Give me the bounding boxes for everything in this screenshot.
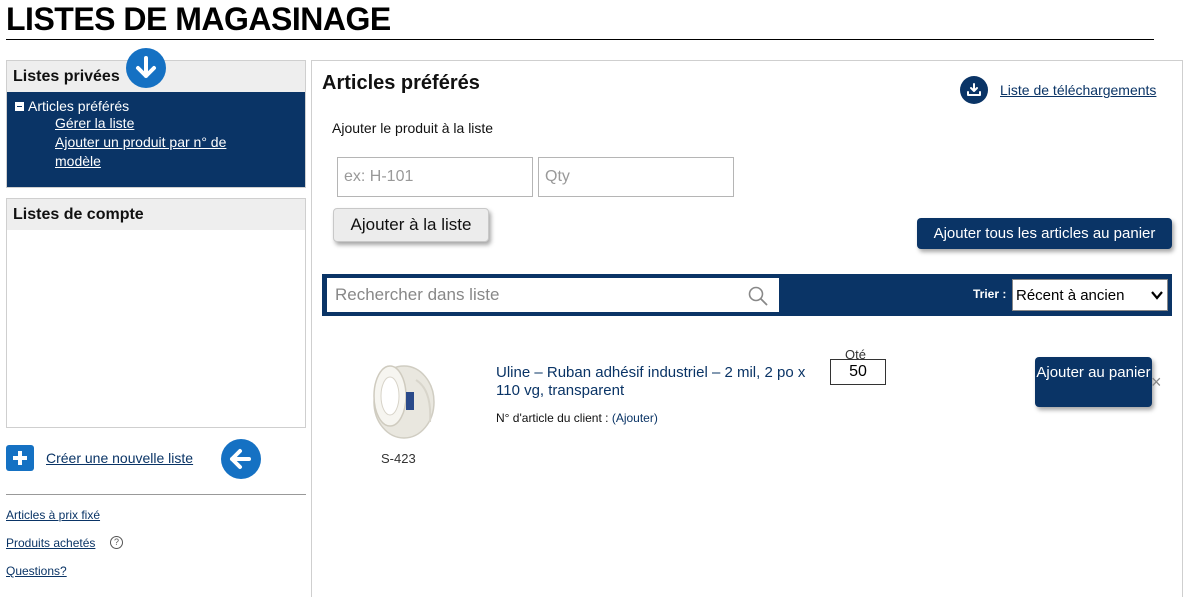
add-to-cart-button[interactable]: Ajouter au panier — [1035, 357, 1152, 407]
fixed-price-link[interactable]: Articles à prix fixé — [6, 508, 100, 522]
collapse-icon[interactable] — [15, 101, 24, 111]
private-lists-body: Articles préférés Gérer la liste Ajouter… — [7, 92, 305, 187]
quantity-input[interactable] — [538, 157, 734, 197]
sort-selected-value: Récent à ancien — [1016, 286, 1125, 304]
customer-number-row: N° d'article du client : (Ajouter) — [496, 411, 658, 425]
chevron-down-icon — [1151, 291, 1163, 300]
search-list-input[interactable] — [327, 278, 779, 312]
product-sku: S-423 — [381, 451, 416, 466]
add-all-to-cart-button[interactable]: Ajouter tous les articles au panier — [917, 218, 1172, 249]
customer-number-label: N° d'article du client : — [496, 411, 609, 425]
account-lists-panel: Listes de compte — [6, 198, 306, 428]
main-panel — [311, 60, 1183, 597]
create-list-row[interactable]: Créer une nouvelle liste — [6, 445, 193, 471]
favorites-list-item[interactable]: Articles préférés — [15, 98, 297, 114]
add-product-label: Ajouter le produit à la liste — [332, 120, 494, 136]
plus-icon[interactable] — [6, 445, 34, 471]
page-title: LISTES DE MAGASINAGE — [6, 2, 1154, 40]
search-icon[interactable] — [748, 286, 768, 311]
item-quantity-input[interactable]: 50 — [830, 359, 886, 385]
add-to-list-button[interactable]: Ajouter à la liste — [333, 208, 489, 242]
download-icon[interactable] — [960, 76, 988, 104]
sidebar-divider — [6, 494, 306, 495]
add-customer-number-link[interactable]: (Ajouter) — [612, 411, 658, 425]
create-list-link[interactable]: Créer une nouvelle liste — [46, 450, 193, 466]
download-list-link[interactable]: Liste de téléchargements — [1000, 82, 1156, 98]
account-lists-heading: Listes de compte — [7, 199, 305, 230]
model-number-input[interactable] — [337, 157, 533, 197]
arrow-left-icon — [221, 439, 261, 479]
sort-label: Trier : — [973, 287, 1007, 301]
product-image[interactable] — [366, 360, 438, 447]
help-icon[interactable]: ? — [110, 536, 123, 549]
add-by-model-link[interactable]: Ajouter un produit par n° de modèle — [55, 133, 265, 171]
product-name-link[interactable]: Uline – Ruban adhésif industriel – 2 mil… — [496, 364, 806, 400]
sort-select[interactable]: Récent à ancien — [1012, 279, 1168, 311]
list-title: Articles préférés — [322, 72, 480, 94]
favorites-list-label[interactable]: Articles préférés — [28, 98, 129, 114]
manage-list-link[interactable]: Gérer la liste — [55, 114, 265, 133]
purchased-products-link[interactable]: Produits achetés — [6, 536, 95, 550]
questions-link[interactable]: Questions? — [6, 564, 67, 578]
close-icon[interactable]: × — [1151, 372, 1162, 393]
arrow-down-icon — [126, 48, 166, 88]
